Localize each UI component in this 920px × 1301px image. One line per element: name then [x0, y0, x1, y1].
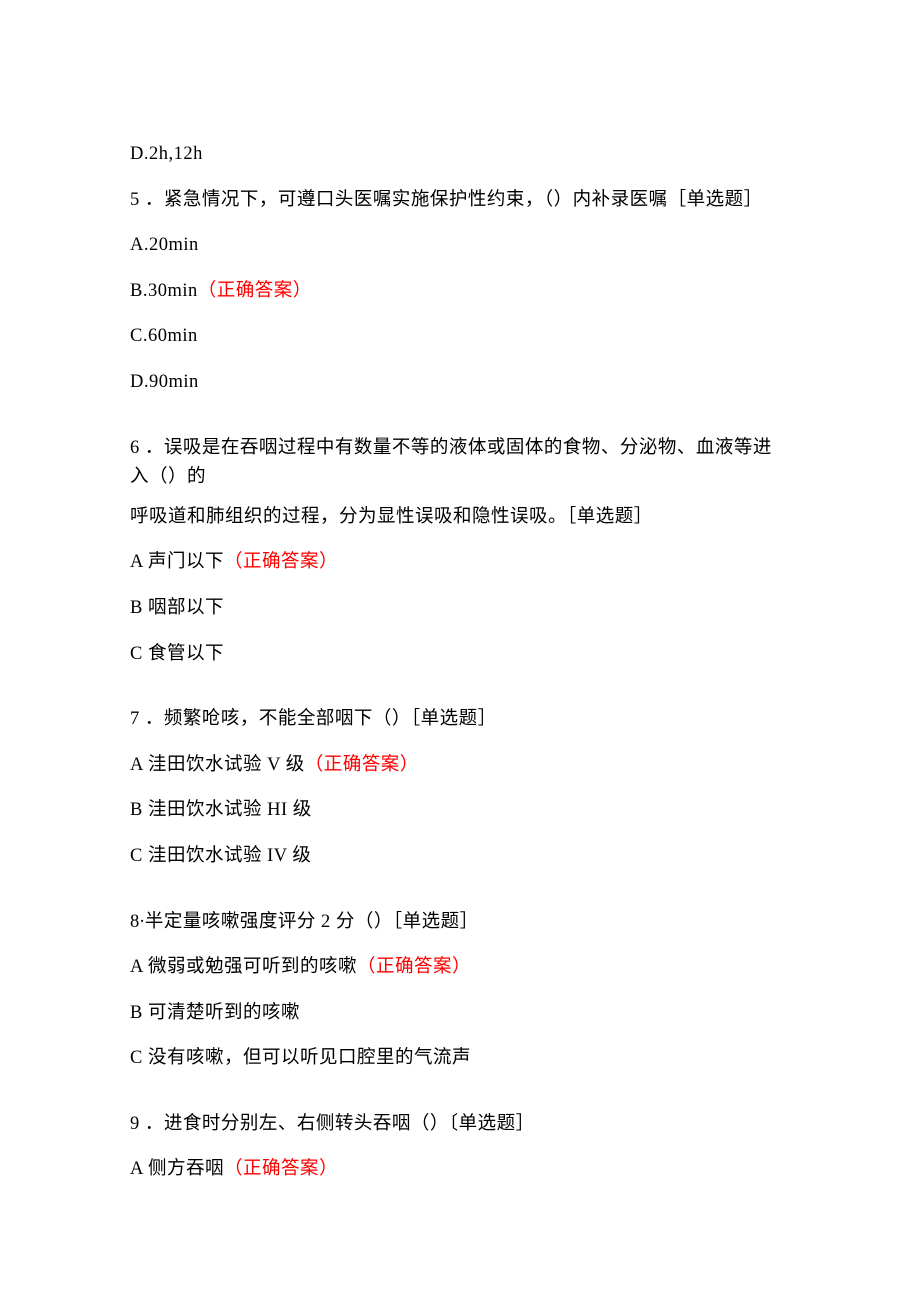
q7-stem: 7 ．频繁呛咳，不能全部咽下（）［单选题］ — [130, 705, 790, 735]
q5-option-b-text: B.30min — [130, 281, 198, 301]
q6-option-c: C 食管以下 — [130, 640, 790, 670]
correct-answer-label: （正确答案） — [224, 552, 338, 572]
q8-option-a-text: A 微弱或勉强可听到的咳嗽 — [130, 957, 357, 977]
correct-answer-label: （正确答案） — [305, 755, 419, 775]
q5-option-a: A.20min — [130, 231, 790, 261]
q7-option-a-text: A 洼田饮水试验 V 级 — [130, 755, 305, 775]
q5-stem: 5 ．紧急情况下，可遵口头医嘱实施保护性约束，（）内补录医嘱［单选题］ — [130, 186, 790, 216]
q5-option-c: C.60min — [130, 322, 790, 352]
q8-option-b: B 可清楚听到的咳嗽 — [130, 999, 790, 1029]
document-page: D.2h,12h 5 ．紧急情况下，可遵口头医嘱实施保护性约束，（）内补录医嘱［… — [0, 0, 920, 1301]
correct-answer-label: （正确答案） — [224, 1159, 338, 1179]
q5-option-d: D.90min — [130, 368, 790, 398]
q9-option-a: A 侧方吞咽（正确答案） — [130, 1155, 790, 1185]
correct-answer-label: （正确答案） — [357, 957, 471, 977]
q6-stem-line1: 6 ．误吸是在吞咽过程中有数量不等的液体或固体的食物、分泌物、血液等进入（）的 — [130, 434, 790, 493]
q4-option-d: D.2h,12h — [130, 140, 790, 170]
q6-option-b: B 咽部以下 — [130, 594, 790, 624]
q7-option-c: C 洼田饮水试验 IV 级 — [130, 842, 790, 872]
q9-stem: 9 ．进食时分别左、右侧转头吞咽（）〔单选题］ — [130, 1110, 790, 1140]
q6-option-a: A 声门以下（正确答案） — [130, 548, 790, 578]
q6-option-a-text: A 声门以下 — [130, 552, 224, 572]
q6-stem-line2: 呼吸道和肺组织的过程，分为显性误吸和隐性误吸。［单选题］ — [130, 503, 790, 533]
q8-option-c: C 没有咳嗽，但可以听见口腔里的气流声 — [130, 1044, 790, 1074]
q9-option-a-text: A 侧方吞咽 — [130, 1159, 224, 1179]
q7-option-b: B 洼田饮水试验 HI 级 — [130, 796, 790, 826]
correct-answer-label: （正确答案） — [198, 281, 312, 301]
q5-option-b: B.30min（正确答案） — [130, 277, 790, 307]
q8-stem: 8∙半定量咳嗽强度评分 2 分（）［单选题］ — [130, 908, 790, 938]
q8-option-a: A 微弱或勉强可听到的咳嗽（正确答案） — [130, 953, 790, 983]
q7-option-a: A 洼田饮水试验 V 级（正确答案） — [130, 751, 790, 781]
